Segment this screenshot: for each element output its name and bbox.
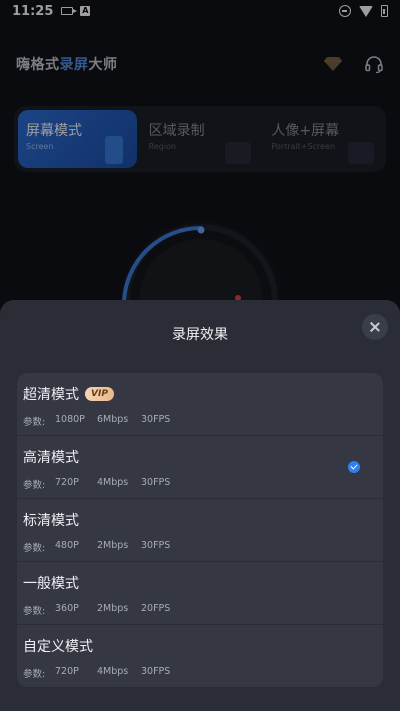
selected-check-icon bbox=[348, 461, 360, 473]
quality-option-list: 超清模式 VIP 参数: 1080P 6Mbps 30FPS 高清模式 参数: … bbox=[17, 373, 383, 687]
quality-params: 参数: 720P 4Mbps 30FPS bbox=[23, 666, 383, 680]
param-fps: 30FPS bbox=[141, 540, 171, 551]
param-resolution: 720P bbox=[55, 477, 79, 488]
vip-badge: VIP bbox=[85, 387, 114, 401]
quality-params: 参数: 720P 4Mbps 30FPS bbox=[23, 477, 383, 491]
quality-name: 自定义模式 bbox=[23, 639, 93, 655]
close-icon bbox=[370, 322, 380, 332]
param-label: 参数: bbox=[23, 417, 46, 428]
quality-option-hd[interactable]: 高清模式 参数: 720P 4Mbps 30FPS bbox=[17, 436, 383, 499]
sheet-title: 录屏效果 bbox=[172, 327, 228, 343]
quality-name: 标清模式 bbox=[23, 513, 79, 529]
param-resolution: 480P bbox=[55, 540, 79, 551]
quality-params: 参数: 1080P 6Mbps 30FPS bbox=[23, 414, 383, 428]
param-bitrate: 2Mbps bbox=[97, 540, 129, 551]
param-label: 参数: bbox=[23, 669, 46, 680]
quality-name: 一般模式 bbox=[23, 576, 79, 592]
quality-option-normal[interactable]: 一般模式 参数: 360P 2Mbps 20FPS bbox=[17, 562, 383, 625]
close-button[interactable] bbox=[362, 314, 388, 340]
param-fps: 30FPS bbox=[141, 666, 171, 677]
quality-option-custom[interactable]: 自定义模式 参数: 720P 4Mbps 30FPS bbox=[17, 625, 383, 687]
param-bitrate: 4Mbps bbox=[97, 666, 129, 677]
param-resolution: 360P bbox=[55, 603, 79, 614]
param-bitrate: 2Mbps bbox=[97, 603, 129, 614]
param-resolution: 1080P bbox=[55, 414, 85, 425]
param-fps: 20FPS bbox=[141, 603, 171, 614]
quality-params: 参数: 480P 2Mbps 30FPS bbox=[23, 540, 383, 554]
param-label: 参数: bbox=[23, 480, 46, 491]
param-resolution: 720P bbox=[55, 666, 79, 677]
quality-option-ultra-hd[interactable]: 超清模式 VIP 参数: 1080P 6Mbps 30FPS bbox=[17, 373, 383, 436]
param-fps: 30FPS bbox=[141, 477, 171, 488]
quality-name: 超清模式 bbox=[23, 387, 79, 403]
quality-params: 参数: 360P 2Mbps 20FPS bbox=[23, 603, 383, 617]
quality-name: 高清模式 bbox=[23, 450, 79, 466]
param-bitrate: 4Mbps bbox=[97, 477, 129, 488]
param-bitrate: 6Mbps bbox=[97, 414, 129, 425]
param-label: 参数: bbox=[23, 606, 46, 617]
record-quality-sheet: 录屏效果 超清模式 VIP 参数: 1080P 6Mbps 30FPS 高清模式… bbox=[0, 300, 400, 711]
quality-option-sd[interactable]: 标清模式 参数: 480P 2Mbps 30FPS bbox=[17, 499, 383, 562]
param-fps: 30FPS bbox=[141, 414, 171, 425]
param-label: 参数: bbox=[23, 543, 46, 554]
